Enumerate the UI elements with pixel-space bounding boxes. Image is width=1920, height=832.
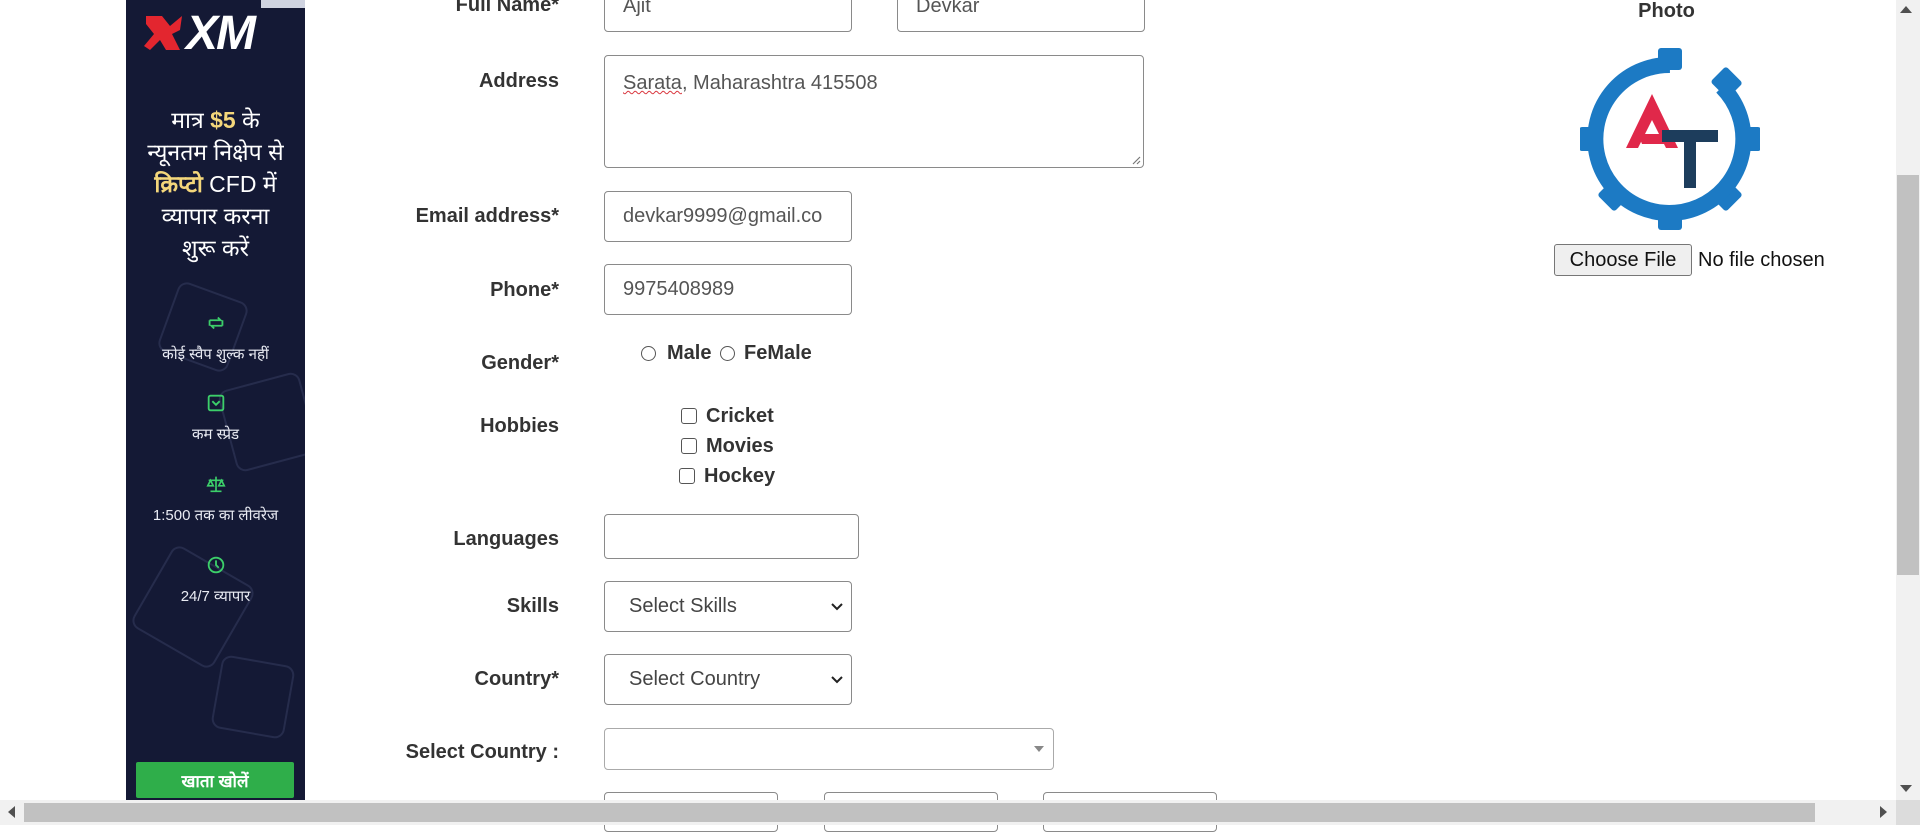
xm-logo: XM bbox=[140, 8, 290, 60]
file-status-text: No file chosen bbox=[1698, 249, 1825, 271]
hobby-hockey-checkbox[interactable] bbox=[679, 468, 695, 484]
photo-title: Photo bbox=[1638, 0, 1695, 22]
email-input[interactable]: devkar9999@gmail.co bbox=[604, 191, 852, 242]
skills-select[interactable]: Select Skills bbox=[604, 581, 852, 632]
country-label: Country* bbox=[474, 668, 559, 690]
gender-male-radio[interactable] bbox=[641, 346, 656, 361]
skills-selected-value: Select Skills bbox=[629, 595, 737, 617]
select-country-dropdown[interactable] bbox=[604, 728, 1054, 770]
languages-label: Languages bbox=[453, 528, 559, 550]
gender-label: Gender* bbox=[481, 352, 559, 374]
clock-icon bbox=[207, 556, 224, 574]
gender-male-label[interactable]: Male bbox=[667, 342, 711, 365]
hobbies-label: Hobbies bbox=[480, 415, 559, 437]
swap-icon bbox=[208, 316, 223, 330]
first-name-value: Ajit bbox=[623, 0, 651, 17]
first-name-input[interactable]: Ajit bbox=[604, 0, 852, 32]
phone-label: Phone* bbox=[490, 279, 559, 301]
hobby-movies-checkbox[interactable] bbox=[681, 438, 697, 454]
skills-label: Skills bbox=[506, 595, 559, 617]
xm-logo-text: XM bbox=[186, 7, 256, 60]
email-label: Email address* bbox=[415, 205, 559, 227]
phone-value: 9975408989 bbox=[623, 278, 735, 300]
caret-down-icon bbox=[1034, 746, 1044, 752]
hobby-hockey-label[interactable]: Hockey bbox=[704, 465, 775, 488]
scroll-left-arrow-icon[interactable] bbox=[8, 806, 15, 818]
ad-open-account-button[interactable]: खाता खोलें bbox=[136, 762, 294, 798]
email-value: devkar9999@gmail.co bbox=[623, 205, 823, 227]
ad-feature-swap: कोई स्वैप शुल्क नहीं bbox=[126, 312, 305, 364]
scroll-up-arrow-icon[interactable] bbox=[1900, 6, 1912, 13]
scale-icon bbox=[205, 476, 226, 493]
chevron-down-icon bbox=[831, 602, 843, 610]
ad-choices-badge[interactable] bbox=[261, 0, 305, 8]
site-logo-icon bbox=[1580, 48, 1760, 230]
languages-input[interactable] bbox=[604, 514, 859, 559]
hobby-cricket-label[interactable]: Cricket bbox=[706, 405, 774, 428]
chevron-down-icon bbox=[831, 675, 843, 683]
ad-banner[interactable]: XM मात्र $5 के न्यूनतम निक्षेप से क्रिप्… bbox=[126, 0, 305, 800]
last-name-input[interactable]: Devkar bbox=[897, 0, 1145, 32]
horizontal-scrollbar-thumb[interactable] bbox=[24, 803, 1815, 822]
gender-female-label[interactable]: FeMale bbox=[744, 342, 812, 365]
phone-input[interactable]: 9975408989 bbox=[604, 264, 852, 315]
resize-handle-icon[interactable] bbox=[1131, 155, 1141, 165]
address-label: Address bbox=[478, 70, 559, 92]
choose-file-button[interactable]: Choose File bbox=[1554, 244, 1692, 276]
spread-icon bbox=[207, 394, 224, 412]
xm-logo-icon bbox=[144, 16, 182, 50]
country-selected-value: Select Country bbox=[629, 668, 761, 690]
full-name-label: Full Name* bbox=[455, 0, 559, 16]
hobby-cricket-checkbox[interactable] bbox=[681, 408, 697, 424]
address-value: Sarata, Maharashtra 415508 bbox=[623, 72, 878, 94]
ad-feature-trading-hours: 24/7 व्यापार bbox=[126, 554, 305, 606]
country-select[interactable]: Select Country bbox=[604, 654, 852, 705]
gender-female-radio[interactable] bbox=[720, 346, 735, 361]
scrollbar-corner bbox=[1896, 800, 1920, 825]
scroll-right-arrow-icon[interactable] bbox=[1880, 806, 1887, 818]
vertical-scrollbar-thumb[interactable] bbox=[1897, 175, 1919, 575]
address-textarea[interactable]: Sarata, Maharashtra 415508 bbox=[604, 55, 1144, 168]
ad-feature-spread: कम स्प्रेड bbox=[126, 392, 305, 444]
ad-headline: मात्र $5 के न्यूनतम निक्षेप से क्रिप्टो … bbox=[147, 107, 284, 261]
scroll-down-arrow-icon[interactable] bbox=[1900, 785, 1912, 792]
select-country-label: Select Country : bbox=[405, 741, 559, 763]
last-name-value: Devkar bbox=[916, 0, 980, 17]
ad-feature-leverage: 1:500 तक का लीवरेज bbox=[126, 473, 305, 525]
hobby-movies-label[interactable]: Movies bbox=[706, 435, 774, 458]
